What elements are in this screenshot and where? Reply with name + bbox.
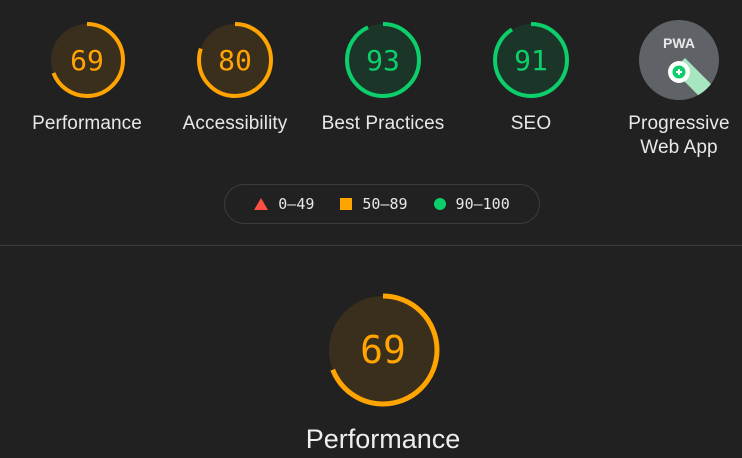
gauge-seo-label: SEO: [510, 113, 552, 134]
section-divider: [0, 245, 742, 246]
gauge-seo-ring: 91: [493, 22, 569, 98]
legend-fail-range: 0–49: [278, 195, 315, 213]
pwa-badge-icon: PWA: [639, 20, 719, 100]
legend-item-pass: 90–100: [433, 195, 510, 213]
main-performance-title: Performance: [305, 424, 461, 454]
circle-icon: [433, 198, 446, 210]
gauge-best-practices-label: Best Practices: [321, 113, 445, 134]
gauge-accessibility-ring: 80: [197, 22, 273, 98]
gauge-best-practices-ring: 93: [345, 22, 421, 98]
gauge-pwa-label-line1: Progressive: [628, 113, 730, 134]
gauge-performance-label: Performance: [32, 113, 142, 134]
gauge-best-practices-score: 93: [366, 44, 400, 77]
category-performance-header: 69 Performance: [296, 292, 470, 454]
gauge-accessibility[interactable]: 80 Accessibility: [167, 20, 303, 136]
square-icon: [340, 198, 353, 210]
gauge-best-practices[interactable]: 93 Best Practices: [315, 20, 451, 136]
gauge-accessibility-score: 80: [218, 44, 252, 77]
legend-item-average: 50–89: [340, 195, 408, 213]
triangle-icon: [254, 198, 269, 210]
gauge-pwa-label-line2: Web App: [640, 137, 718, 158]
legend-average-range: 50–89: [362, 195, 408, 213]
main-performance-gauge: 69: [326, 293, 440, 407]
legend-pass-range: 90–100: [455, 195, 510, 213]
gauge-accessibility-label: Accessibility: [182, 113, 288, 134]
gauge-performance-ring: 69: [49, 22, 125, 98]
legend-item-fail: 0–49: [254, 195, 314, 213]
gauge-seo[interactable]: 91 SEO: [463, 20, 599, 136]
gauge-seo-score: 91: [514, 44, 548, 77]
gauge-performance[interactable]: 69 Performance: [19, 20, 155, 136]
gauge-pwa-label: Progressive Web App: [611, 112, 742, 160]
gauge-pwa[interactable]: PWA Progressive Web App: [611, 20, 742, 160]
pwa-badge-text: PWA: [663, 35, 695, 51]
main-performance-score: 69: [360, 328, 406, 372]
score-legend: 0–49 50–89 90–100: [224, 184, 540, 224]
gauge-performance-score: 69: [70, 44, 104, 77]
